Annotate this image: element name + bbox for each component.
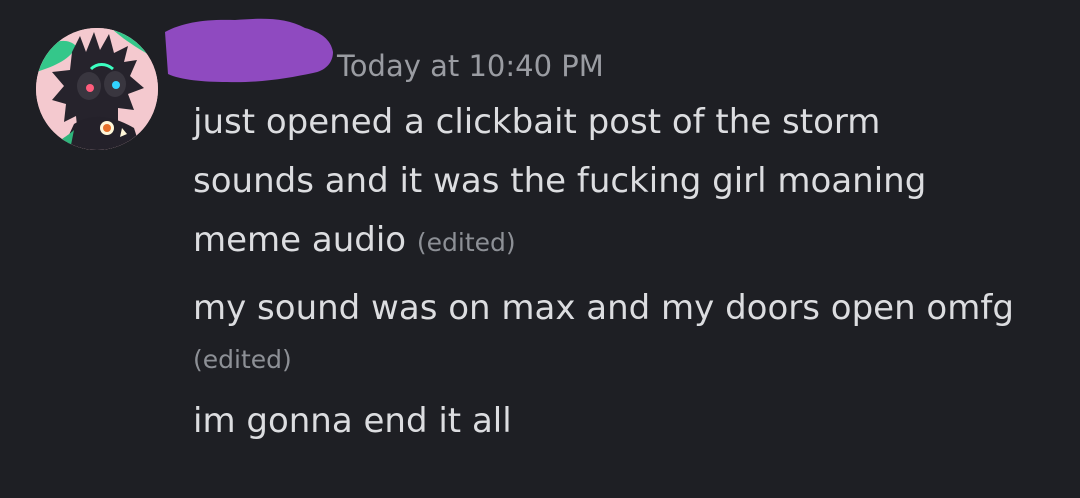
message-line: my sound was on max and my doors open om… [193,288,1014,328]
message-text: meme audio [193,220,407,260]
redaction-icon [165,18,333,83]
timestamp: Today at 10:40 PM [337,49,604,83]
message-line: im gonna end it all [193,401,512,441]
message-line: just opened a clickbait post of the stor… [193,102,881,142]
avatar[interactable] [36,28,158,150]
edited-label: (edited) [193,345,292,374]
avatar-image-icon [36,28,158,150]
message-line-with-edited: meme audio (edited) [193,211,516,272]
message-group: Today at 10:40 PM just opened a clickbai… [0,0,1080,498]
message-line: sounds and it was the fucking girl moani… [193,161,927,201]
edited-label: (edited) [416,228,516,257]
username-redaction [165,14,335,86]
